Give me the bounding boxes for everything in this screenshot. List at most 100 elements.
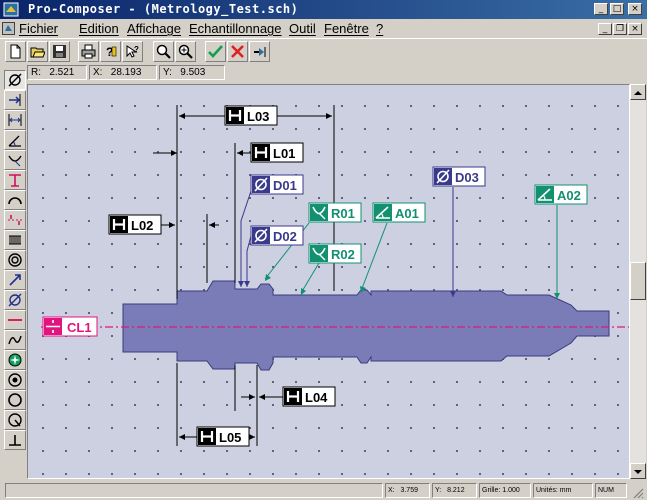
new-file-button[interactable] (5, 41, 26, 62)
doc-close-button[interactable]: × (628, 23, 642, 35)
cross-icon (231, 45, 244, 58)
drawing-canvas[interactable]: L03 L01 L02 L04 L05 D01 D02 D03 R01 R02 A01 A02 CL1 (27, 84, 630, 479)
tool-concentric[interactable] (4, 250, 26, 270)
concentric-icon (8, 253, 22, 267)
dimension-l04[interactable] (234, 365, 283, 411)
tool-point[interactable] (4, 90, 26, 110)
tag-a01[interactable]: A01 (372, 202, 426, 223)
vertical-scrollbar[interactable] (630, 84, 646, 479)
tag-a02[interactable]: A02 (534, 184, 588, 205)
tool-spline[interactable] (4, 330, 26, 350)
tag-l04-label: L04 (305, 390, 328, 405)
tool-flatness[interactable] (4, 430, 26, 450)
tool-circle[interactable] (4, 390, 26, 410)
flatness-icon (9, 435, 21, 446)
minimize-button[interactable]: _ (594, 3, 608, 15)
status-units: Unités: mm (533, 483, 593, 498)
status-x: X: 3.759 (385, 483, 430, 498)
probe-button[interactable] (249, 41, 270, 62)
status-y-label: Y: (435, 487, 442, 494)
coordinate-bar: R: 2.521 X: 28.193 Y: 9.503 (0, 64, 647, 82)
validate-button[interactable] (205, 41, 226, 62)
tool-distance[interactable] (4, 110, 26, 130)
save-button[interactable] (49, 41, 70, 62)
tool-arc[interactable] (4, 190, 26, 210)
dimension-l01[interactable] (153, 143, 251, 283)
tag-d01[interactable]: D01 (250, 174, 304, 195)
tool-ring[interactable] (4, 370, 26, 390)
menu-edition[interactable]: Edition (79, 21, 119, 36)
part-outline[interactable] (122, 280, 610, 371)
status-x-value: 3.759 (400, 487, 418, 494)
tool-angle[interactable] (4, 130, 26, 150)
tag-d03[interactable]: D03 (432, 166, 486, 187)
tag-l01-label: L01 (273, 146, 295, 161)
resize-grip-icon[interactable] (632, 487, 644, 499)
doc-restore-button[interactable]: ❐ (613, 23, 627, 35)
menu-affichage[interactable]: Affichage (127, 21, 181, 36)
maximize-button[interactable]: □ (610, 3, 624, 15)
document-icon[interactable] (2, 22, 15, 35)
tag-l02[interactable]: L02 (108, 214, 162, 235)
tag-l04[interactable]: L04 (282, 386, 336, 407)
angle-icon (8, 135, 21, 147)
scroll-up-button[interactable] (630, 84, 646, 100)
tool-cylinder[interactable] (4, 410, 26, 430)
diameter-alt-icon (8, 293, 22, 307)
tool-symmetry[interactable] (4, 210, 26, 230)
tag-l03[interactable]: L03 (224, 105, 278, 126)
thread-icon (9, 235, 21, 245)
menu-echantillonnage[interactable]: Echantillonnage (189, 21, 282, 36)
help-button[interactable]: ? (100, 41, 121, 62)
tool-perpendicular[interactable] (4, 170, 26, 190)
leader-d03 (450, 187, 456, 297)
star-circle-icon (8, 353, 22, 367)
tag-cl1[interactable]: CL1 (42, 316, 98, 337)
context-help-button[interactable]: ? (122, 41, 143, 62)
status-x-label: X: (388, 487, 395, 494)
tag-l01[interactable]: L01 (250, 142, 304, 163)
probe-execute-icon (254, 47, 266, 57)
tool-line[interactable] (4, 310, 26, 330)
main-toolbar: ? ? (0, 38, 647, 65)
dimension-l03[interactable] (176, 105, 335, 299)
scroll-down-button[interactable] (630, 463, 646, 479)
menu-help[interactable]: ? (376, 21, 383, 36)
app-icon (3, 2, 19, 17)
drawing-svg[interactable]: L03 L01 L02 L04 L05 D01 D02 D03 R01 R02 A01 A02 CL1 (28, 85, 630, 479)
menu-outil[interactable]: Outil (289, 21, 316, 36)
tool-diameter[interactable] (4, 70, 26, 90)
tag-r01[interactable]: R01 (308, 202, 362, 223)
doc-minimize-button[interactable]: _ (598, 23, 612, 35)
y-readout: Y: 9.503 (159, 65, 225, 80)
menu-fenetre[interactable]: Fenêtre (324, 21, 369, 36)
check-icon (208, 45, 223, 58)
tag-r02-label: R02 (331, 247, 355, 262)
cancel-button[interactable] (227, 41, 248, 62)
minimize-icon: _ (602, 24, 608, 34)
tag-r02[interactable]: R02 (308, 243, 362, 264)
tool-direction[interactable] (4, 270, 26, 290)
tool-diameter-2[interactable] (4, 290, 26, 310)
print-button[interactable] (78, 41, 99, 62)
menu-bar: Fichier Edition Affichage Echantillonnag… (0, 19, 647, 38)
tag-d02[interactable]: D02 (250, 225, 304, 246)
open-button[interactable] (27, 41, 48, 62)
close-button[interactable]: × (628, 3, 642, 15)
r-label: R: (31, 67, 41, 78)
spline-icon (8, 335, 22, 345)
tag-cl1-label: CL1 (67, 320, 92, 335)
status-grid-label: Grille: (482, 487, 501, 494)
tool-radius[interactable] (4, 150, 26, 170)
dimension-l02[interactable] (161, 214, 219, 283)
arrow-up-icon (634, 91, 642, 95)
status-bar: X: 3.759 Y: 8.212 Grille: 1.000 Unités: … (0, 481, 647, 500)
zoom-in-button[interactable] (175, 41, 196, 62)
scroll-thumb[interactable] (630, 262, 646, 300)
tool-star-circle[interactable] (4, 350, 26, 370)
zoom-fit-button[interactable] (153, 41, 174, 62)
tool-thread[interactable] (4, 230, 26, 250)
menu-fichier[interactable]: Fichier (19, 21, 58, 36)
tag-l05-label: L05 (219, 430, 241, 445)
tag-l05[interactable]: L05 (196, 426, 250, 447)
